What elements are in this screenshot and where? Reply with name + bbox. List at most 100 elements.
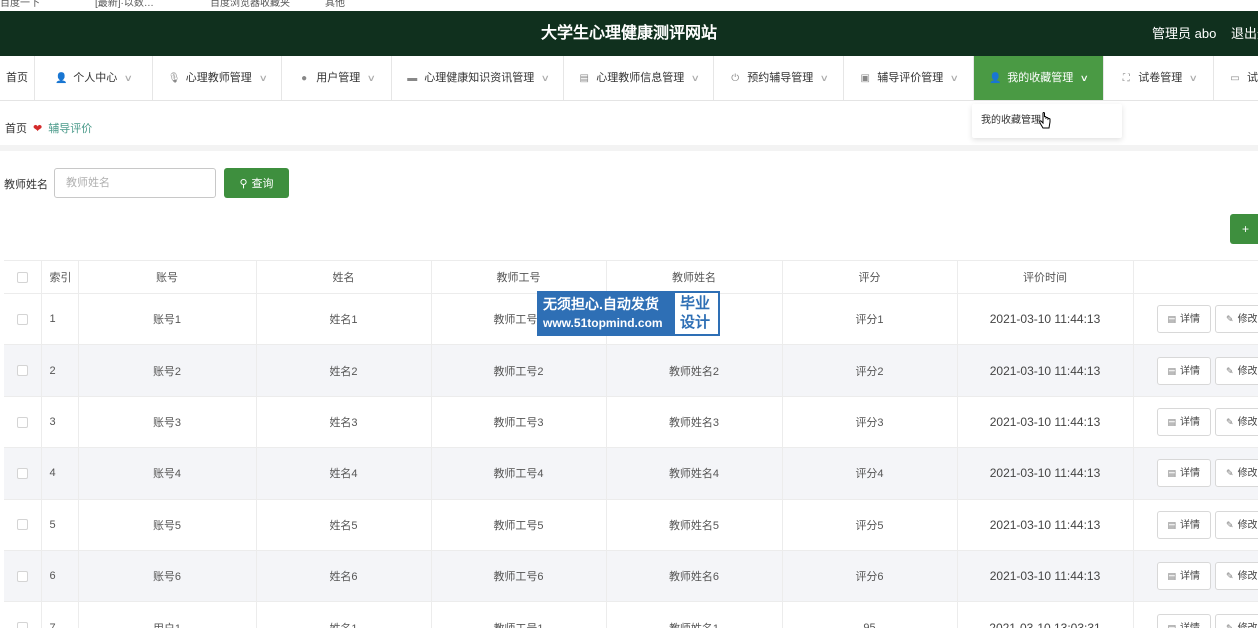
cell-account: 账号5 [78, 499, 257, 551]
nav-favorites[interactable]: 👤 我的收藏管理 ∨ [974, 56, 1104, 100]
hand-cursor-icon [1039, 112, 1051, 129]
cell-teacher-name: 教师姓名2 [606, 344, 783, 397]
cell-actions: ▤详情✎修改 [1133, 601, 1258, 628]
detail-button-label: 详情 [1180, 416, 1201, 428]
checklist-icon: ▣ [860, 73, 870, 84]
cell-name: 姓名5 [256, 499, 432, 551]
row-checkbox[interactable] [16, 313, 28, 325]
cell-actions: ▤详情✎修改 [1133, 447, 1258, 500]
cell-score: 95 [782, 601, 958, 628]
watermark-line2: www.51topmind.com [543, 316, 663, 330]
select-all-checkbox[interactable] [16, 271, 28, 283]
row-checkbox[interactable] [16, 570, 28, 582]
pencil-icon: ✎ [1226, 571, 1234, 582]
nav-more[interactable]: ▭ 试 [1214, 56, 1258, 100]
nav-teacher-info[interactable]: ▤ 心理教师信息管理 ∨ [564, 56, 714, 100]
edit-button-label: 修改 [1237, 365, 1258, 377]
pencil-icon: ✎ [1226, 314, 1234, 325]
pin-icon: ● [301, 73, 308, 84]
microphone-icon: 🎙 [167, 73, 181, 84]
cell-teacher-id: 教师工号4 [431, 447, 607, 500]
nav-label: 试 [1247, 72, 1258, 84]
edit-button[interactable]: ✎修改 [1215, 562, 1258, 591]
edit-button[interactable]: ✎修改 [1215, 356, 1258, 385]
column-header: 教师工号 [431, 260, 607, 294]
bookmark-item[interactable]: 百度一下 [0, 0, 40, 9]
column-header: 教师姓名 [606, 260, 783, 294]
row-checkbox[interactable] [16, 365, 28, 377]
pencil-icon: ✎ [1226, 416, 1234, 427]
row-checkbox[interactable] [16, 467, 28, 479]
cell-name: 姓名1 [256, 601, 432, 628]
row-checkbox[interactable] [16, 416, 28, 428]
row-checkbox[interactable] [16, 519, 28, 531]
nav-evaluation[interactable]: ▣ 辅导评价管理 ∨ [844, 56, 974, 100]
cell-time: 2021-03-10 11:44:13 [957, 344, 1134, 397]
cell-actions: ▤详情✎修改 [1133, 293, 1258, 346]
site-title: 大学生心理健康测评网站 [540, 25, 717, 42]
cell-index: 6 [41, 550, 79, 603]
chevron-down-icon: ∨ [1188, 73, 1199, 83]
nav-label: 试卷管理 [1138, 72, 1183, 84]
nav-label: 首页 [6, 72, 28, 84]
detail-button[interactable]: ▤详情 [1156, 613, 1212, 628]
nav-home[interactable]: 首页 [0, 56, 35, 100]
bookmark-item[interactable]: [最新]·以数… [95, 0, 154, 9]
detail-button[interactable]: ▤详情 [1156, 407, 1212, 436]
row-checkbox[interactable] [16, 622, 28, 628]
detail-button[interactable]: ▤详情 [1156, 305, 1212, 334]
chevron-down-icon: ∨ [949, 73, 960, 83]
nav-knowledge-news[interactable]: ▬ 心理健康知识资讯管理 ∨ [392, 56, 564, 100]
row-select-cell [4, 601, 42, 628]
breadcrumb-home[interactable]: 首页 [5, 120, 27, 136]
clipboard-icon: ▤ [579, 73, 589, 84]
query-button[interactable]: ⚲ 查询 [224, 168, 289, 198]
detail-button[interactable]: ▤详情 [1156, 510, 1212, 539]
nav-appointment[interactable]: ⏻ 预约辅导管理 ∨ [714, 56, 844, 100]
add-button[interactable]: + [1230, 214, 1258, 244]
row-select-cell [4, 396, 42, 449]
bookmark-item[interactable]: 百度浏览器收藏夹 [210, 0, 290, 9]
edit-button[interactable]: ✎修改 [1215, 613, 1258, 628]
cell-index: 7 [41, 601, 79, 628]
edit-button[interactable]: ✎修改 [1215, 305, 1258, 334]
cell-index: 5 [41, 499, 79, 551]
cell-actions: ▤详情✎修改 [1133, 550, 1258, 603]
edit-button-label: 修改 [1237, 416, 1258, 428]
cell-score: 评分1 [782, 293, 958, 346]
logout-link[interactable]: 退出登 [1231, 11, 1258, 56]
teacher-name-input[interactable] [54, 168, 216, 198]
cell-time: 2021-03-10 11:44:13 [957, 293, 1134, 346]
edit-button[interactable]: ✎修改 [1215, 459, 1258, 488]
detail-button[interactable]: ▤详情 [1156, 356, 1212, 385]
nav-label: 心理教师管理 [185, 72, 252, 84]
nav-label: 心理健康知识资讯管理 [424, 72, 535, 84]
cell-time: 2021-03-10 11:44:13 [957, 499, 1134, 551]
document-icon: ▤ [1167, 365, 1177, 376]
cell-teacher-name: 教师姓名1 [606, 601, 783, 628]
nav-personal-center[interactable]: 👤 个人中心 ∨ [35, 56, 153, 100]
detail-button-label: 详情 [1180, 468, 1201, 480]
cell-account: 账号6 [78, 550, 257, 603]
search-icon: ⚲ [239, 177, 248, 190]
table-row: 3 账号3 姓名3 教师工号3 教师姓名3 评分3 2021-03-10 11:44:13 ▤… [4, 396, 1258, 449]
dropdown-item-favorites[interactable]: 我的收藏管理 [981, 104, 1041, 138]
cell-actions: ▤详情✎修改 [1133, 499, 1258, 551]
chevron-down-icon: ∨ [1079, 73, 1090, 83]
detail-button[interactable]: ▤详情 [1156, 562, 1212, 591]
nav-user-management[interactable]: ● 用户管理 ∨ [282, 56, 392, 100]
teacher-name-label: 教师姓名 [4, 179, 48, 191]
nav-exam-management[interactable]: ⛶ 试卷管理 ∨ [1104, 56, 1214, 100]
detail-button[interactable]: ▤详情 [1156, 459, 1212, 488]
bookmark-item[interactable]: 其他 [325, 0, 345, 9]
nav-label: 个人中心 [73, 72, 118, 84]
edit-button[interactable]: ✎修改 [1215, 407, 1258, 436]
edit-button-label: 修改 [1237, 571, 1258, 583]
document-icon: ▤ [1167, 314, 1177, 325]
cell-teacher-name: 教师姓名4 [606, 447, 783, 500]
edit-button[interactable]: ✎修改 [1215, 510, 1258, 539]
chevron-down-icon: ∨ [690, 73, 701, 83]
cell-name: 姓名6 [256, 550, 432, 603]
detail-button-label: 详情 [1180, 519, 1201, 531]
nav-teacher-management[interactable]: 🎙 心理教师管理 ∨ [153, 56, 282, 100]
